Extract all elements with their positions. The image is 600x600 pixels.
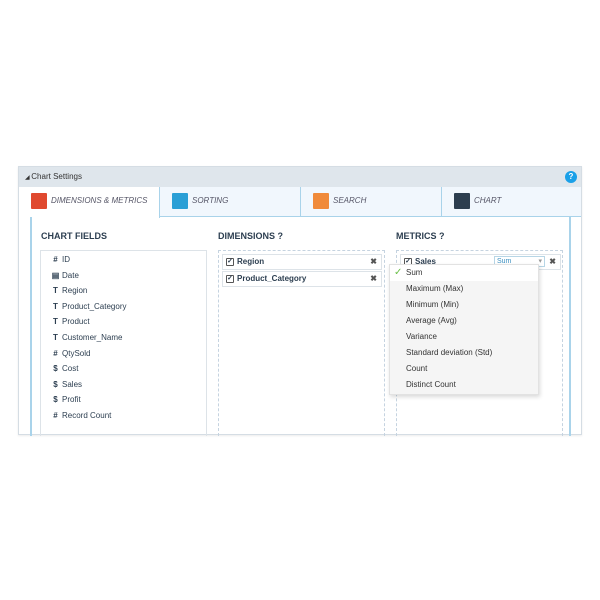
checkbox[interactable]: ✓ [226,258,234,266]
option-label: Variance [406,332,437,341]
checkmark-icon: ✓ [394,267,403,278]
tab-bar: DIMENSIONS & METRICS SORTING SEARCH CHAR… [19,187,583,218]
field-type-icon: # [53,411,58,420]
item-label: Region [237,257,265,266]
item-label: Product_Category [237,274,307,283]
option-label: Minimum (Min) [406,300,459,309]
chart-field-item[interactable]: $ Sales [51,379,82,391]
dimension-item[interactable]: ✓ Product_Category ✖ [222,271,382,287]
field-type-icon: $ [53,364,58,374]
chart-fields-list: # ID ▤ Date T Region T Product_Category T Product… [40,250,207,436]
dimensions-label: DIMENSIONS [218,231,276,241]
field-type-icon: # [53,348,58,358]
field-label: Sales [62,379,83,389]
dropdown-option[interactable]: Standard deviation (Std) [390,345,538,361]
dropdown-option[interactable]: Maximum (Max) [390,281,538,297]
dropdown-option[interactable]: ✓ Sum [390,265,538,281]
panel-header[interactable]: ◢ Chart Settings ? [19,167,581,187]
field-type-icon: $ [53,379,58,389]
field-type-icon: T [53,317,58,327]
option-label: Sum [406,268,423,277]
bar-chart-icon [454,193,470,209]
tab-dimensions-metrics[interactable]: DIMENSIONS & METRICS [19,187,160,218]
field-label: Date [62,270,79,280]
option-label: Distinct Count [406,380,456,389]
field-type-icon: $ [53,395,58,405]
search-icon [313,193,329,209]
field-label: Customer_Name [62,333,123,342]
tab-chart[interactable]: CHART [442,187,583,217]
field-label: Cost [62,364,79,374]
chart-field-item[interactable]: T Customer_Name [51,332,122,344]
chart-field-item[interactable]: T Product [51,316,90,328]
tab-label: CHART [474,196,502,205]
field-label: Region [62,286,88,296]
option-label: Standard deviation (Std) [406,348,493,357]
option-label: Average (Avg) [406,316,457,325]
metrics-title: METRICS ? [396,231,445,241]
dimensions-icon [31,193,47,209]
dropdown-option[interactable]: Count [390,361,538,377]
chart-field-item[interactable]: ▤ Date [51,270,79,282]
field-type-icon: T [53,286,58,296]
remove-icon[interactable]: ✖ [549,255,556,269]
dimensions-title: DIMENSIONS ? [218,231,283,241]
chart-field-item[interactable]: T Product_Category [51,301,126,313]
field-type-icon: T [53,333,58,342]
remove-icon[interactable]: ✖ [370,272,377,286]
chart-field-item[interactable]: $ Cost [51,363,78,375]
chart-fields-title: CHART FIELDS [41,231,107,241]
aggregation-dropdown: ✓ Sum Maximum (Max) Minimum (Min) Average (A… [389,264,539,395]
checkbox[interactable]: ✓ [226,275,234,283]
field-type-icon: ▤ [51,270,60,280]
dropdown-option[interactable]: Variance [390,329,538,345]
chart-field-item[interactable]: # Record Count [51,410,111,422]
panel-title: Chart Settings [31,172,82,181]
tab-sorting[interactable]: SORTING [160,187,301,217]
dropdown-option[interactable]: Distinct Count [390,377,538,393]
sort-icon [172,193,188,209]
help-icon[interactable]: ? [565,171,577,183]
field-label: Product [62,317,90,327]
field-label: Record Count [62,411,112,420]
chart-field-item[interactable]: # QtySold [51,348,90,360]
dropdown-option[interactable]: Minimum (Min) [390,297,538,313]
dropdown-option[interactable]: Average (Avg) [390,313,538,329]
metrics-help-icon[interactable]: ? [439,231,445,241]
tab-search[interactable]: SEARCH [301,187,442,217]
chevron-down-icon: ▾ [538,258,542,265]
field-type-icon: T [53,301,58,311]
metrics-label: METRICS [396,231,437,241]
option-label: Maximum (Max) [406,284,464,293]
tab-label: SEARCH [333,196,367,205]
chart-field-item[interactable]: T Region [51,285,87,297]
chart-field-item[interactable]: $ Profit [51,394,81,406]
remove-icon[interactable]: ✖ [370,255,377,269]
dimensions-help-icon[interactable]: ? [278,231,284,241]
field-label: Profit [62,395,81,405]
field-label: ID [62,255,70,264]
option-label: Count [406,364,428,373]
field-type-icon: # [53,255,58,264]
dimensions-dropzone[interactable]: ✓ Region ✖ ✓ Product_Category ✖ [218,250,385,436]
dimension-item[interactable]: ✓ Region ✖ [222,254,382,270]
tab-label: SORTING [192,196,229,205]
field-label: Product_Category [62,301,127,311]
field-label: QtySold [62,348,91,358]
chart-field-item[interactable]: # ID [51,254,70,266]
tab-label: DIMENSIONS & METRICS [51,196,148,205]
